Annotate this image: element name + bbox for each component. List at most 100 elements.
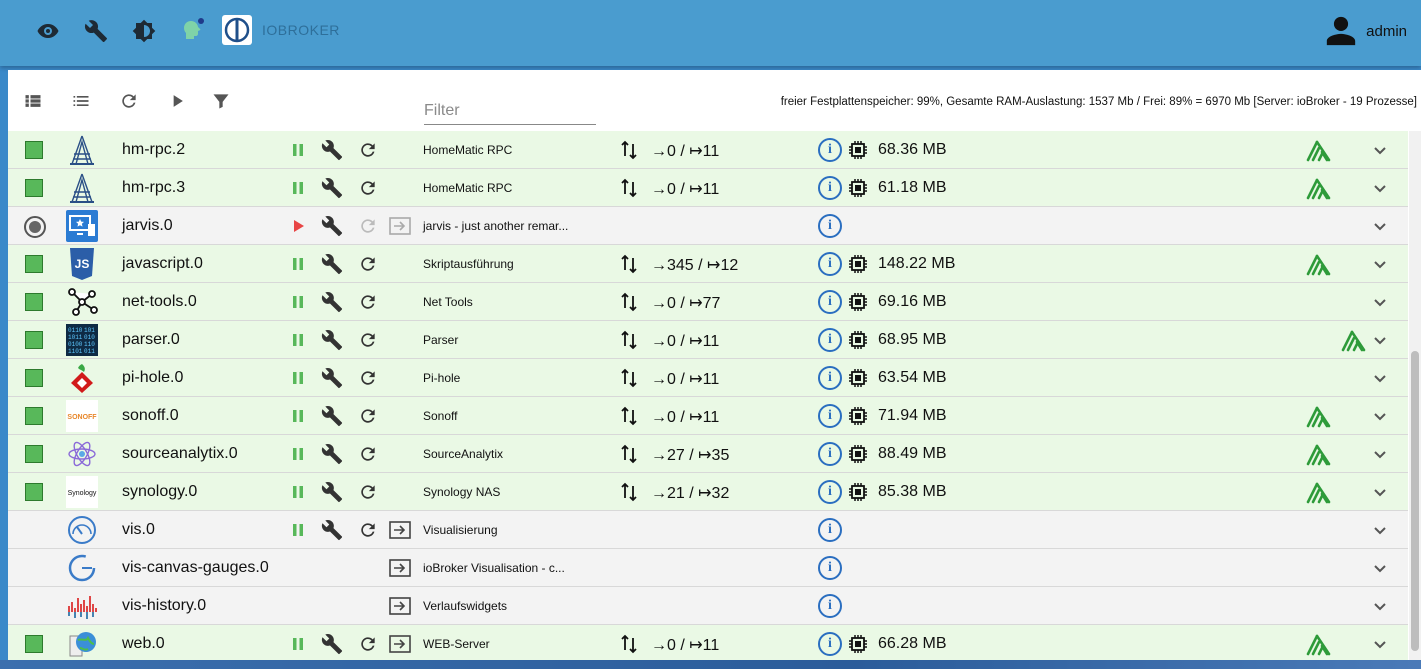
restart-icon[interactable]	[357, 443, 379, 465]
log-level-icon[interactable]	[1305, 442, 1331, 466]
log-level-icon[interactable]	[1305, 176, 1331, 200]
iobroker-logo-icon[interactable]	[222, 15, 252, 45]
chevron-down-icon[interactable]	[1370, 444, 1390, 464]
log-level-icon[interactable]	[1305, 632, 1331, 656]
info-icon[interactable]: i	[818, 366, 842, 390]
settings-wrench-icon[interactable]	[321, 253, 343, 275]
pause-icon[interactable]	[288, 140, 308, 160]
instance-enabled-checkbox[interactable]	[25, 483, 43, 501]
instance-enabled-checkbox[interactable]	[25, 293, 43, 311]
info-icon[interactable]: i	[818, 176, 842, 200]
user-menu[interactable]: admin	[1324, 14, 1407, 48]
info-icon[interactable]: i	[818, 632, 842, 656]
refresh-icon[interactable]	[118, 90, 140, 112]
info-icon[interactable]: i	[818, 138, 842, 162]
restart-icon[interactable]	[357, 367, 379, 389]
info-icon[interactable]: i	[818, 594, 842, 618]
restart-icon[interactable]	[357, 253, 379, 275]
open-web-icon[interactable]	[388, 633, 412, 655]
pause-icon[interactable]	[288, 406, 308, 426]
chevron-down-icon[interactable]	[1370, 178, 1390, 198]
chevron-down-icon[interactable]	[1370, 406, 1390, 426]
restart-icon[interactable]	[357, 519, 379, 541]
info-icon[interactable]: i	[818, 480, 842, 504]
view-compact-icon[interactable]	[70, 90, 92, 112]
filter-input[interactable]	[424, 98, 596, 125]
pause-icon[interactable]	[288, 482, 308, 502]
chevron-down-icon[interactable]	[1370, 254, 1390, 274]
instance-enabled-checkbox[interactable]	[25, 445, 43, 463]
pause-icon[interactable]	[288, 368, 308, 388]
open-web-icon[interactable]	[388, 595, 412, 617]
play-icon[interactable]	[166, 90, 188, 112]
pause-icon[interactable]	[288, 292, 308, 312]
instance-enabled-checkbox[interactable]	[25, 331, 43, 349]
open-web-icon[interactable]	[388, 557, 412, 579]
chevron-down-icon[interactable]	[1370, 140, 1390, 160]
settings-wrench-icon[interactable]	[321, 519, 343, 541]
chevron-down-icon[interactable]	[1370, 330, 1390, 350]
pause-icon[interactable]	[288, 444, 308, 464]
brightness-icon[interactable]	[130, 17, 158, 45]
instance-enabled-checkbox[interactable]	[25, 635, 43, 653]
pause-icon[interactable]	[288, 520, 308, 540]
info-icon[interactable]: i	[818, 556, 842, 580]
view-list-icon[interactable]	[22, 90, 44, 112]
info-icon[interactable]: i	[818, 442, 842, 466]
settings-wrench-icon[interactable]	[321, 481, 343, 503]
info-icon[interactable]: i	[818, 252, 842, 276]
open-web-icon[interactable]	[388, 519, 412, 541]
settings-wrench-icon[interactable]	[321, 443, 343, 465]
settings-wrench-icon[interactable]	[321, 139, 343, 161]
chevron-down-icon[interactable]	[1370, 368, 1390, 388]
log-level-icon[interactable]	[1305, 480, 1331, 504]
expert-mode-icon[interactable]	[178, 17, 206, 45]
log-level-icon[interactable]	[1305, 404, 1331, 428]
restart-icon[interactable]	[357, 215, 379, 237]
chevron-down-icon[interactable]	[1370, 292, 1390, 312]
settings-wrench-icon[interactable]	[321, 405, 343, 427]
log-level-icon[interactable]	[1305, 138, 1331, 162]
instance-enabled-checkbox[interactable]	[25, 179, 43, 197]
settings-wrench-icon[interactable]	[321, 329, 343, 351]
scrollbar-thumb[interactable]	[1411, 351, 1419, 651]
settings-wrench-icon[interactable]	[321, 215, 343, 237]
chevron-down-icon[interactable]	[1370, 596, 1390, 616]
start-icon[interactable]	[288, 216, 308, 236]
open-web-icon[interactable]	[388, 215, 412, 237]
chevron-down-icon[interactable]	[1370, 558, 1390, 578]
restart-icon[interactable]	[357, 291, 379, 313]
chevron-down-icon[interactable]	[1370, 520, 1390, 540]
info-icon[interactable]: i	[818, 404, 842, 428]
log-level-icon[interactable]	[1305, 252, 1331, 276]
restart-icon[interactable]	[357, 481, 379, 503]
info-icon[interactable]: i	[818, 328, 842, 352]
restart-icon[interactable]	[357, 405, 379, 427]
log-level-icon[interactable]	[1340, 328, 1366, 352]
instance-enabled-checkbox[interactable]	[25, 141, 43, 159]
settings-wrench-icon[interactable]	[321, 633, 343, 655]
restart-icon[interactable]	[357, 633, 379, 655]
pause-icon[interactable]	[288, 254, 308, 274]
chevron-down-icon[interactable]	[1370, 216, 1390, 236]
instance-enabled-checkbox[interactable]	[25, 255, 43, 273]
instance-enabled-checkbox[interactable]	[25, 407, 43, 425]
pause-icon[interactable]	[288, 178, 308, 198]
chevron-down-icon[interactable]	[1370, 634, 1390, 654]
info-icon[interactable]: i	[818, 214, 842, 238]
scrollbar[interactable]	[1409, 131, 1421, 660]
wrench-icon[interactable]	[82, 17, 110, 45]
pause-icon[interactable]	[288, 330, 308, 350]
eye-icon[interactable]	[34, 17, 62, 45]
settings-wrench-icon[interactable]	[321, 291, 343, 313]
settings-wrench-icon[interactable]	[321, 367, 343, 389]
filter-icon[interactable]	[210, 90, 232, 112]
restart-icon[interactable]	[357, 329, 379, 351]
instance-status-radio[interactable]	[24, 216, 46, 238]
settings-wrench-icon[interactable]	[321, 177, 343, 199]
chevron-down-icon[interactable]	[1370, 482, 1390, 502]
instance-enabled-checkbox[interactable]	[25, 369, 43, 387]
info-icon[interactable]: i	[818, 518, 842, 542]
pause-icon[interactable]	[288, 634, 308, 654]
restart-icon[interactable]	[357, 139, 379, 161]
